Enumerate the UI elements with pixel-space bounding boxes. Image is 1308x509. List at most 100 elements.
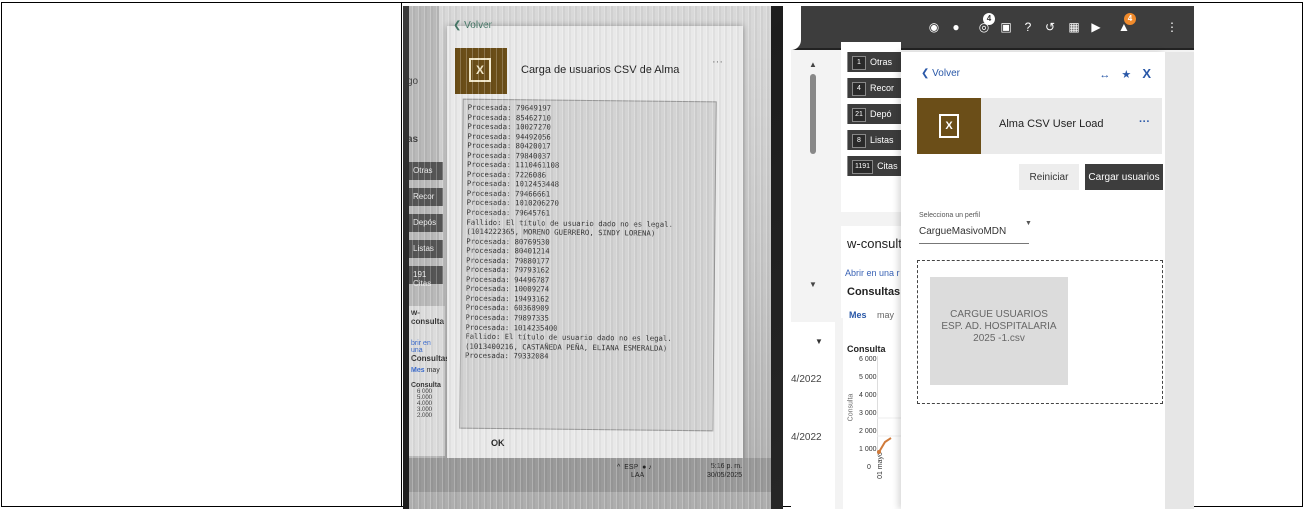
feather-icon[interactable]: ▶: [1089, 20, 1103, 34]
y-tick-label: 6 000: [859, 356, 877, 363]
alma-screenshot: ◉ ● ◎ ▣? ↺ ▦ ▶ ▲ ⋮ 4 4 ▲ ▼ 1 Otras 4 Recor 21 Depó 8 List…: [791, 6, 1194, 509]
more-options-icon[interactable]: ···: [1139, 116, 1150, 128]
grid-icon[interactable]: ▦: [1067, 20, 1081, 34]
topbar-corner: [791, 6, 801, 50]
photo-widget-tick: 2.000: [417, 413, 433, 419]
y-tick-label: 4 000: [859, 392, 877, 399]
chevron-down-icon[interactable]: ▼: [815, 337, 823, 346]
photo-widget-link: brir en una: [411, 340, 431, 354]
task-label: Otras: [870, 57, 893, 67]
photo-clock-date: 30/05/2025: [707, 472, 743, 479]
photo-system-tray: ^ ESP ● ♪ LAA: [617, 464, 652, 479]
back-label: Volver: [932, 68, 960, 79]
photo-upload-dialog: X Carga de usuarios CSV de Alma ··· Proc…: [447, 26, 743, 464]
task-label: Recor: [870, 83, 895, 93]
task-list-item[interactable]: 21 Depó: [847, 104, 905, 124]
pin-icon[interactable]: ★: [1121, 69, 1131, 81]
photo-csv-tile: X: [455, 48, 507, 94]
photo-ok-button: OK: [491, 438, 505, 448]
date-label: 4/2022: [791, 374, 822, 385]
photo-widget-may: may: [426, 367, 440, 374]
photo-chip: Depós: [409, 214, 443, 232]
photo-chip: Recor: [409, 188, 443, 206]
user-icon[interactable]: ●: [949, 20, 963, 34]
file-drop-zone[interactable]: CARGUE USUARIOS ESP. AD. HOSPITALARIA 20…: [917, 260, 1163, 404]
open-in-new-link[interactable]: Abrir en una r: [845, 268, 900, 278]
widget-title: w-consulta: [847, 236, 910, 251]
reset-button[interactable]: Reiniciar: [1019, 164, 1079, 190]
clipboard-icon[interactable]: ▣: [999, 20, 1013, 34]
y-tick-label: 1 000: [859, 446, 877, 453]
load-users-button[interactable]: Cargar usuarios: [1085, 164, 1163, 190]
photo-widget-sub: Consultas: [411, 354, 450, 363]
help-icon[interactable]: ?: [1021, 20, 1035, 34]
history-icon[interactable]: ↺: [1043, 20, 1057, 34]
uploaded-file-name: CARGUE USUARIOS ESP. AD. HOSPITALARIA 20…: [941, 309, 1057, 344]
scroll-down-icon[interactable]: ▼: [809, 280, 817, 289]
photo-chip: Otras: [409, 162, 443, 180]
task-list-item[interactable]: 1191 Citas: [847, 156, 905, 176]
y-tick-label: 2 000: [859, 428, 877, 435]
photo-left-fragment-1: go: [409, 76, 419, 87]
job-title: Alma CSV User Load: [999, 118, 1104, 130]
csv-user-load-panel: ❮ Volver ↔ ★ X X Alma CSV User Load ··· …: [901, 52, 1165, 509]
chart-y-axis-label: Consulta: [847, 393, 855, 422]
y-tick-label: 0: [867, 464, 871, 471]
scroll-up-icon[interactable]: ▲: [809, 60, 817, 69]
right-gutter: [1165, 52, 1194, 509]
task-list-item[interactable]: 1 Otras: [847, 52, 905, 72]
tab-mes[interactable]: Mes: [849, 310, 867, 320]
photo-screen: go as Otras Recor Depós Listas 191 Citas…: [409, 6, 771, 509]
photo-chip: 191 Citas: [409, 266, 443, 288]
photo-clock: 5:16 p. m. 30/05/2025: [707, 462, 742, 480]
upload-log-line: Fallido: El título de usuario dado no es…: [466, 217, 678, 238]
chart-title: Consulta: [847, 344, 886, 354]
task-list-item[interactable]: 8 Listas: [847, 130, 905, 150]
expand-icon[interactable]: ↔: [1099, 69, 1110, 81]
csv-file-icon: X: [939, 114, 959, 138]
task-list-item[interactable]: 4 Recor: [847, 78, 905, 98]
notifications-count-badge: 4: [1124, 13, 1136, 25]
location-icon[interactable]: ◉: [927, 20, 941, 34]
chart-x-axis-label: 01 mayo: [876, 452, 884, 479]
wifi-icon: ●: [642, 464, 647, 471]
close-icon[interactable]: X: [1142, 66, 1151, 81]
photo-tray-lang: ESP: [624, 464, 639, 471]
photo-back-link: ❮ Volver: [453, 20, 492, 31]
job-tile: X: [917, 98, 981, 154]
y-tick-label: 5 000: [859, 374, 877, 381]
uploaded-file-tile[interactable]: CARGUE USUARIOS ESP. AD. HOSPITALARIA 20…: [930, 277, 1068, 385]
photo-back-label: Volver: [464, 20, 492, 31]
tasks-list-card: 1 Otras 4 Recor 21 Depó 8 Listas 1191 Citas: [841, 42, 905, 212]
scroll-thumb[interactable]: [810, 74, 816, 154]
task-label: Citas: [877, 161, 898, 171]
back-link[interactable]: ❮ Volver: [921, 68, 960, 79]
table-cell-divider: [401, 3, 402, 506]
task-count-badge: 1191: [852, 160, 874, 174]
upload-log: Procesada: 79649197 Procesada: 85462710 Pr…: [459, 98, 717, 432]
photo-tray-lang2: LAA: [631, 472, 645, 479]
csv-file-icon: X: [469, 58, 491, 82]
photo-widget-title: w-consulta: [411, 308, 444, 326]
y-tick-label: 3 000: [859, 410, 877, 417]
monitor-photo: go as Otras Recor Depós Listas 191 Citas…: [403, 6, 783, 509]
chevron-down-icon[interactable]: ▼: [1025, 220, 1032, 227]
task-count-badge: 1: [852, 56, 866, 70]
photo-widget: w-consulta brir en una Consultas Mes may…: [409, 306, 450, 456]
photo-chip: Listas: [409, 240, 443, 258]
chart-series-line: [878, 437, 892, 453]
upload-log-line: Fallido: El título de usuario dado no es…: [465, 331, 677, 353]
tab-may[interactable]: may: [877, 310, 894, 320]
scan-count-badge: 4: [983, 13, 995, 25]
more-icon[interactable]: ⋮: [1165, 20, 1179, 34]
chart-plot-area: [877, 356, 901, 456]
panel-actions: ↔ ★ X: [1091, 66, 1151, 81]
photo-more-icon: ···: [712, 56, 723, 68]
chart-point: [877, 450, 881, 454]
photo-clock-time: 5:16 p. m.: [710, 463, 743, 470]
profile-select-label: Selecciona un perfil: [919, 212, 981, 219]
photo-widget-mes: Mes: [411, 367, 425, 374]
profile-select[interactable]: CargueMasivoMDN: [919, 226, 1029, 244]
task-count-badge: 4: [852, 82, 866, 96]
task-count-badge: 21: [852, 108, 866, 122]
